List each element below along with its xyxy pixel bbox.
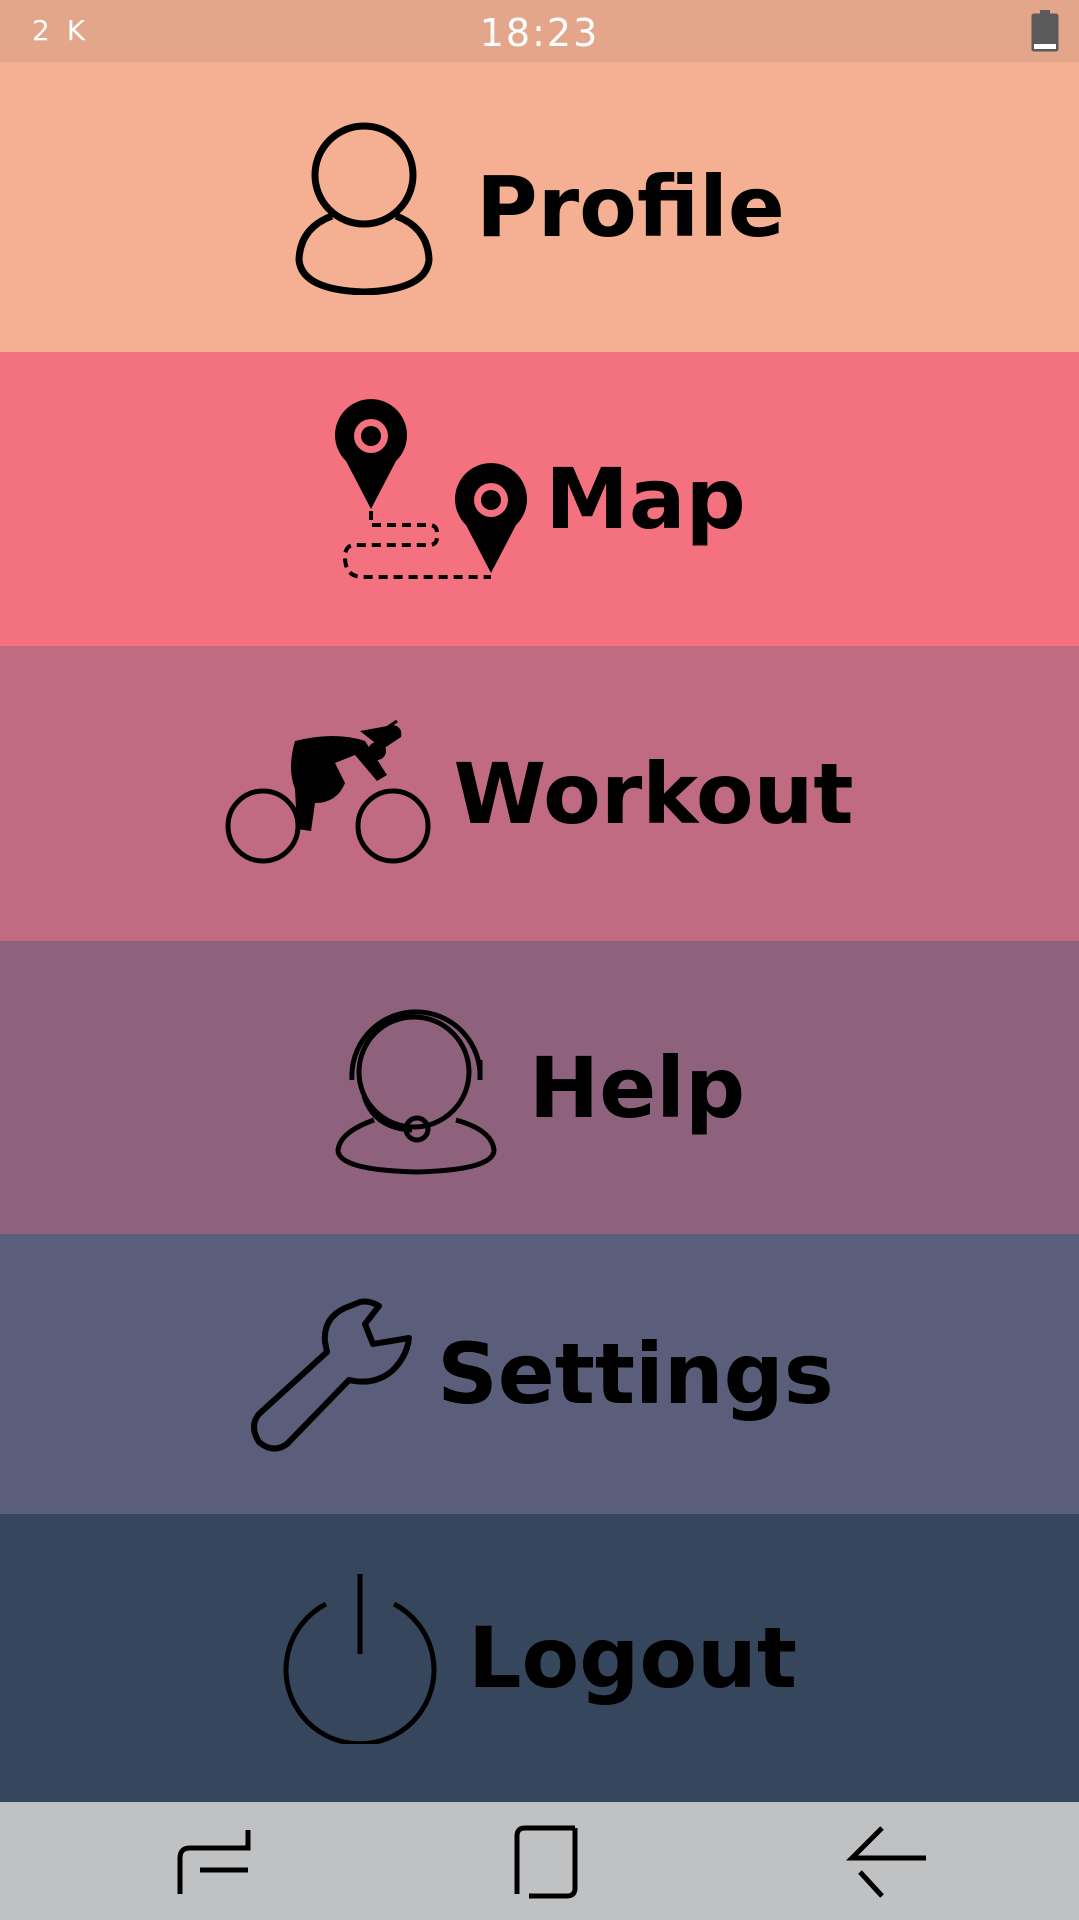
menu-item-logout[interactable]: Logout: [0, 1514, 1079, 1802]
menu-label-help: Help: [528, 1038, 746, 1137]
home-button[interactable]: [505, 1822, 595, 1902]
back-button[interactable]: [842, 1822, 932, 1902]
menu-item-settings[interactable]: Settings: [0, 1234, 1079, 1514]
menu-label-logout: Logout: [467, 1609, 798, 1707]
map-route-icon: [335, 399, 528, 579]
menu-label-profile: Profile: [476, 158, 785, 256]
user-icon: [295, 122, 433, 295]
menu-label-settings: Settings: [437, 1325, 834, 1423]
recent-apps-button[interactable]: [168, 1822, 258, 1902]
wrench-icon: [251, 1298, 413, 1452]
back-icon: [845, 1826, 926, 1898]
support-agent-icon: [335, 1009, 497, 1175]
menu-item-profile[interactable]: Profile: [0, 62, 1079, 352]
menu-item-workout[interactable]: Workout: [0, 646, 1079, 941]
power-icon: [283, 1574, 437, 1744]
menu-item-help[interactable]: Help: [0, 941, 1079, 1234]
status-time: 18:23: [479, 11, 600, 55]
menu-label-map: Map: [545, 450, 746, 548]
recent-apps-icon: [177, 1830, 251, 1894]
menu-label-workout: Workout: [453, 744, 854, 843]
cyclist-icon: [225, 719, 431, 863]
home-icon: [514, 1825, 578, 1899]
battery-icon: [1031, 10, 1059, 52]
navigation-bar: [0, 1802, 1079, 1920]
status-bar: 2 K 18:23: [0, 0, 1079, 62]
menu-item-map[interactable]: Map: [0, 352, 1079, 646]
